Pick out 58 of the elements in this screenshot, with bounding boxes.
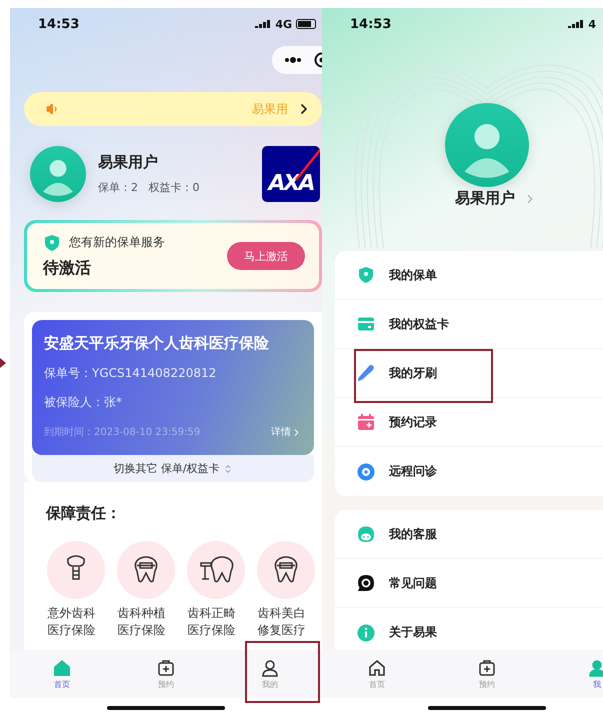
home-icon — [52, 658, 72, 676]
more-icon[interactable] — [284, 57, 302, 63]
question-bubble-icon — [357, 574, 375, 592]
chat-bubble-icon — [357, 462, 375, 480]
activate-button[interactable]: 马上激活 — [227, 242, 305, 270]
menu-item[interactable]: 我的客服 — [335, 510, 603, 559]
status-time: 14:53 — [38, 16, 80, 32]
expiry-date: 到期时间：2023-08-10 23:59:59 — [44, 426, 200, 439]
signal-icon — [255, 20, 272, 28]
service-status: 待激活 — [43, 258, 92, 278]
drill-tooth-icon — [186, 541, 244, 599]
status-time: 14:53 — [350, 16, 392, 32]
coverage-label: 齿科正畸医疗保险 — [188, 605, 236, 639]
network-label: 4 — [588, 18, 596, 30]
network-label: 4G — [275, 18, 292, 30]
pointer-arrow-icon — [0, 358, 6, 368]
menu-item[interactable]: 远程问诊 — [335, 447, 603, 496]
policy-number: 保单号：YGCS141408220812 — [44, 365, 218, 382]
calendar-icon — [357, 413, 375, 431]
user-stats: 保单：2 权益卡：0 — [98, 180, 200, 195]
info-icon — [357, 624, 375, 642]
coverage-label: 齿科种植医疗保险 — [118, 605, 166, 639]
menu-item[interactable]: 我的牙刷 — [335, 349, 603, 398]
person-icon — [588, 658, 603, 676]
implant-tooth-icon — [46, 541, 104, 599]
insurer-logo: AXA — [262, 146, 320, 202]
person-icon — [261, 658, 279, 676]
menu-item[interactable]: 预约记录 — [335, 398, 603, 447]
service-title: 您有新的保单服务 — [69, 234, 165, 251]
policy-name: 安盛天平乐牙保个人齿科医疗保险 — [44, 334, 270, 353]
signal-icon — [568, 20, 584, 28]
insured-person: 被保险人：张* — [44, 394, 123, 411]
medical-case-icon — [478, 658, 496, 676]
battery-icon — [296, 19, 318, 29]
home-icon — [367, 658, 387, 676]
tab-item[interactable]: 我 — [542, 650, 603, 698]
coverage-label: 齿科美白修复医疗 — [258, 605, 306, 639]
coverage-title: 保障责任： — [46, 504, 122, 523]
medical-case-icon — [157, 658, 175, 676]
braces-tooth-icon — [116, 541, 174, 599]
card-icon — [357, 315, 375, 333]
notice-text: 易果用 — [251, 100, 288, 118]
coverage-label: 意外齿科医疗保险 — [48, 605, 96, 639]
shield-icon — [357, 266, 375, 284]
switch-policy-button[interactable]: 切换其它 保单/权益卡 — [32, 455, 314, 482]
menu-item[interactable]: 我的保单 — [335, 251, 603, 300]
braces-tooth-icon — [256, 541, 314, 599]
shield-icon — [43, 234, 61, 252]
tab-item[interactable]: 首页 — [10, 650, 114, 698]
user-name: 易果用户 — [98, 153, 159, 172]
brush-icon — [357, 364, 375, 382]
policy-card[interactable]: 安盛天平乐牙保个人齿科医疗保险 保单号：YGCS141408220812 被保险人：张* 到期时间：2023-08-10 23:59:59 详情 — [32, 320, 314, 455]
user-name[interactable]: 易果用户 — [455, 189, 515, 208]
menu-item[interactable]: 我的权益卡 — [335, 300, 603, 349]
menu-item[interactable]: 关于易果 — [335, 608, 603, 650]
up-down-arrows-icon — [222, 464, 233, 474]
menu-item[interactable]: 常见问题 — [335, 559, 603, 608]
support-agent-icon — [357, 525, 375, 543]
